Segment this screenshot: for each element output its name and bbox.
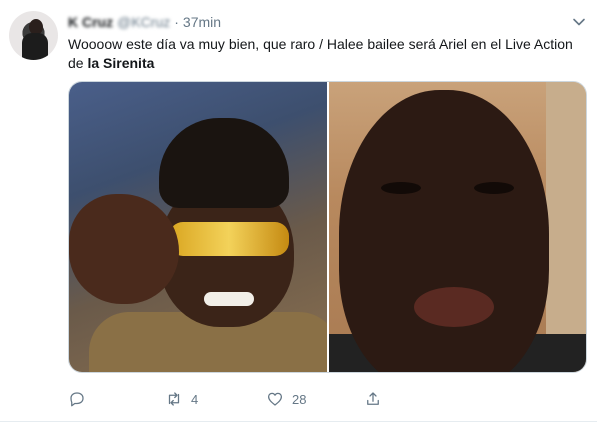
separator-dot: · xyxy=(174,14,179,30)
avatar-figure-body xyxy=(22,33,48,60)
retweet-button[interactable]: 4 xyxy=(165,389,198,409)
tweet-text: Woooow este día va muy bien, que raro / … xyxy=(68,35,580,73)
retweet-count: 4 xyxy=(191,391,199,407)
tweet-time[interactable]: 37min xyxy=(183,14,221,30)
like-button[interactable]: 28 xyxy=(266,389,306,409)
share-button[interactable] xyxy=(364,389,382,409)
photo-shape xyxy=(546,82,586,372)
photo-laughing-man[interactable] xyxy=(69,82,327,372)
tweet-card[interactable]: K Cruz @KCruz · 37min Woooow este día va… xyxy=(0,0,597,422)
share-icon xyxy=(367,392,379,405)
photo-shape xyxy=(339,90,549,372)
tweet-actions: 4 28 xyxy=(68,389,508,409)
display-name[interactable]: K Cruz xyxy=(68,14,113,30)
reply-button[interactable] xyxy=(68,389,86,409)
like-count: 28 xyxy=(292,391,307,407)
photo-shape xyxy=(474,182,514,194)
user-handle[interactable]: @KCruz xyxy=(117,14,170,30)
tweet-media[interactable] xyxy=(68,81,587,373)
heart-icon xyxy=(267,392,283,406)
tweet-text-bold: la Sirenita xyxy=(87,55,155,71)
photo-shape xyxy=(414,287,494,327)
photo-shape xyxy=(69,194,179,304)
photo-shape xyxy=(204,292,254,306)
photo-shape xyxy=(381,182,421,194)
tweet-header: K Cruz @KCruz · 37min xyxy=(68,13,221,31)
photo-crying-man[interactable] xyxy=(329,82,586,372)
retweet-icon xyxy=(168,392,180,406)
chevron-down-icon[interactable] xyxy=(571,14,587,30)
reply-icon xyxy=(70,392,84,407)
photo-shape xyxy=(169,222,289,256)
avatar[interactable] xyxy=(9,11,58,60)
photo-shape xyxy=(159,118,289,208)
